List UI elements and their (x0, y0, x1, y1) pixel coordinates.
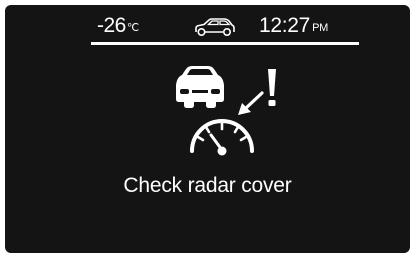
vehicle-front-icon (176, 66, 224, 108)
clock-time: 12:27 (259, 14, 311, 37)
status-divider (91, 42, 359, 45)
clock: 12:27 PM (259, 13, 328, 42)
temperature-value: -26 (97, 14, 126, 37)
car-outline-icon (195, 18, 235, 37)
outside-temperature: -26℃ (97, 13, 139, 42)
warning-message: Check radar cover (123, 174, 292, 197)
clock-ampm: PM (312, 22, 328, 34)
arrow-icon (238, 91, 264, 115)
status-bar: -26℃ 12:27 PM (97, 13, 355, 39)
cluster-display: -26℃ 12:27 PM Check radar cover (5, 5, 410, 253)
exclamation-icon (268, 69, 276, 106)
temperature-unit: ℃ (126, 22, 139, 34)
radar-cover-warning-icon (176, 66, 276, 156)
